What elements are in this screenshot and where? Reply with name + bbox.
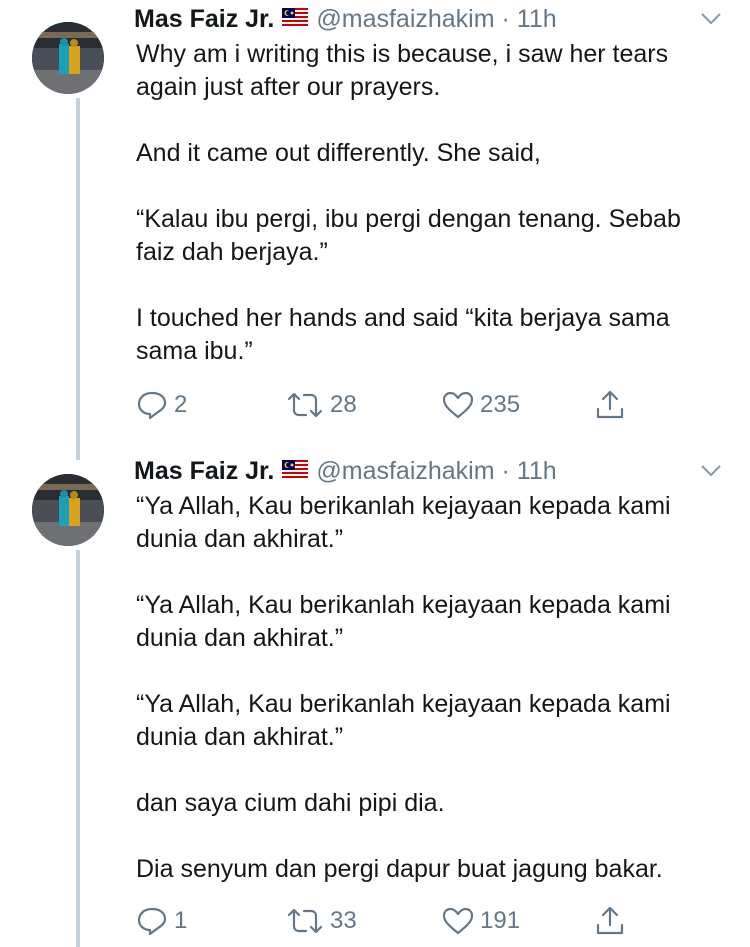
malaysia-flag-icon	[282, 460, 309, 478]
tweet-paragraph: Dia senyum dan pergi dapur buat jagung b…	[136, 855, 663, 883]
tweet-text: Why am i writing this is because, i saw …	[136, 38, 736, 368]
retweet-icon	[287, 908, 323, 934]
heart-icon	[442, 391, 474, 419]
reply-icon	[137, 907, 167, 936]
retweet-button[interactable]: 33	[286, 904, 357, 938]
thread-line	[76, 550, 80, 947]
thread-line	[76, 98, 80, 460]
display-name[interactable]: Mas Faiz Jr.	[134, 5, 274, 33]
tweet-paragraph: “Ya Allah, Kau berikanlah kejayaan kepad…	[136, 690, 671, 751]
like-button[interactable]: 235	[442, 388, 520, 422]
tweet-paragraph: And it came out differently. She said,	[136, 139, 541, 167]
tweet-header: Mas Faiz Jr. @masfaizhakim · 11h	[134, 4, 557, 34]
display-name[interactable]: Mas Faiz Jr.	[134, 457, 274, 485]
like-count: 191	[480, 907, 521, 934]
retweet-count: 28	[330, 391, 357, 418]
tweet-2[interactable]: Mas Faiz Jr. @masfaizhakim · 11h “Ya All…	[0, 452, 750, 947]
timestamp[interactable]: 11h	[517, 457, 557, 485]
retweet-icon	[287, 392, 323, 418]
separator-dot: ·	[501, 5, 510, 33]
tweet-header: Mas Faiz Jr. @masfaizhakim · 11h	[134, 456, 557, 486]
retweet-button[interactable]: 28	[286, 388, 357, 422]
reply-button[interactable]: 1	[136, 904, 187, 938]
share-icon	[596, 390, 624, 419]
reply-count: 1	[174, 907, 188, 934]
tweet-paragraph: Why am i writing this is because, i saw …	[136, 40, 669, 101]
tweet-paragraph: “Kalau ibu pergi, ibu pergi dengan tenan…	[136, 205, 681, 266]
avatar[interactable]	[32, 22, 104, 94]
reply-button[interactable]: 2	[136, 388, 187, 422]
tweet-1[interactable]: Mas Faiz Jr. @masfaizhakim · 11h Why am …	[0, 0, 750, 460]
share-button[interactable]	[594, 904, 626, 938]
chevron-down-icon[interactable]	[700, 464, 722, 478]
tweet-actions: 2 28 235	[136, 388, 656, 422]
like-button[interactable]: 191	[442, 904, 520, 938]
tweet-paragraph: “Ya Allah, Kau berikanlah kejayaan kepad…	[136, 591, 671, 652]
like-count: 235	[480, 391, 521, 418]
share-icon	[596, 906, 624, 935]
timestamp[interactable]: 11h	[517, 5, 557, 33]
avatar[interactable]	[32, 474, 104, 546]
heart-icon	[442, 907, 474, 935]
tweet-actions: 1 33 191	[136, 904, 656, 938]
share-button[interactable]	[594, 388, 626, 422]
tweet-paragraph: I touched her hands and said “kita berja…	[136, 304, 670, 365]
chevron-down-icon[interactable]	[700, 12, 722, 26]
malaysia-flag-icon	[282, 8, 309, 26]
reply-count: 2	[174, 391, 188, 418]
separator-dot: ·	[501, 457, 510, 485]
retweet-count: 33	[330, 907, 357, 934]
reply-icon	[137, 391, 167, 420]
handle[interactable]: @masfaizhakim	[316, 457, 494, 485]
tweet-text: “Ya Allah, Kau berikanlah kejayaan kepad…	[136, 490, 736, 886]
tweet-paragraph: dan saya cium dahi pipi dia.	[136, 789, 445, 817]
tweet-paragraph: “Ya Allah, Kau berikanlah kejayaan kepad…	[136, 492, 671, 553]
handle[interactable]: @masfaizhakim	[316, 5, 494, 33]
